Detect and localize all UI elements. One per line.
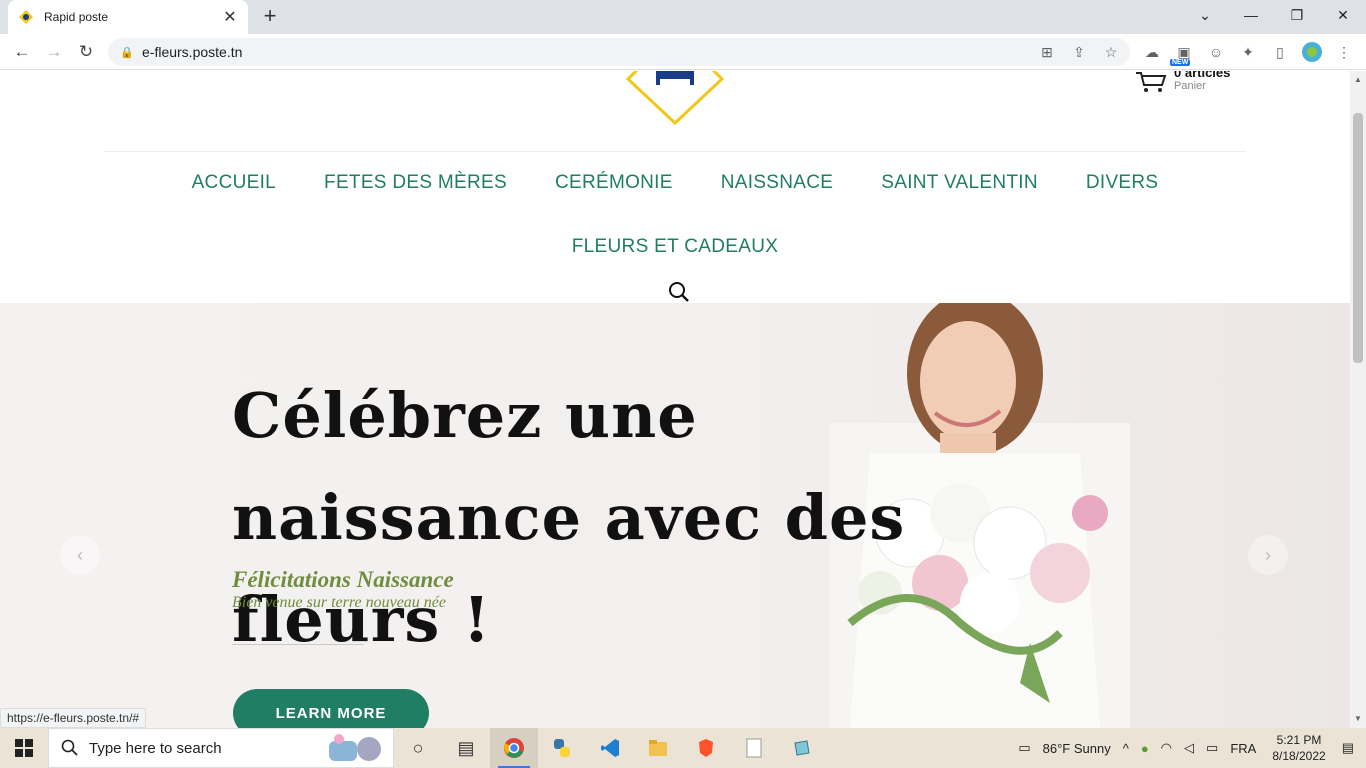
la-poste-logo[interactable] bbox=[622, 71, 728, 125]
bookmark-star-icon[interactable]: ☆ bbox=[1100, 42, 1122, 62]
nav-saint-valentin[interactable]: SAINT VALENTIN bbox=[881, 172, 1038, 194]
minimize-button[interactable]: — bbox=[1228, 0, 1274, 30]
lock-icon: 🔒 bbox=[120, 46, 134, 59]
side-panel-icon[interactable]: ▯ bbox=[1268, 40, 1292, 64]
reload-button[interactable]: ↻ bbox=[74, 40, 98, 64]
new-tab-button[interactable]: + bbox=[258, 5, 282, 29]
nav-fetes-des-meres[interactable]: FETES DES MÈRES bbox=[324, 172, 507, 194]
nav-accueil[interactable]: ACCUEIL bbox=[192, 172, 276, 194]
taskbar-clock[interactable]: 5:21 PM 8/18/2022 bbox=[1272, 732, 1325, 764]
tab-strip: Rapid poste ✕ + ⌄ — ❐ ✕ bbox=[0, 0, 1366, 34]
translate-icon[interactable]: ⊞ bbox=[1036, 42, 1058, 62]
widgets-icon[interactable]: ▤ bbox=[442, 728, 490, 768]
hero-tagline: Bien venue sur terre nouveau née bbox=[232, 594, 446, 611]
task-view-icon[interactable]: ○ bbox=[394, 728, 442, 768]
browser-toolbar: ← → ↻ 🔒 e-fleurs.poste.tn ⊞ ⇪ ☆ ☁ ▣ NEW ☺… bbox=[0, 34, 1366, 70]
scroll-thumb[interactable] bbox=[1353, 113, 1363, 363]
extension-avatar-icon[interactable]: ☺ bbox=[1204, 40, 1228, 64]
notepad-taskbar-icon[interactable] bbox=[730, 728, 778, 768]
close-window-button[interactable]: ✕ bbox=[1320, 0, 1366, 30]
web-page: 0 articles Panier ACCUEIL FETES DES MÈRE… bbox=[0, 71, 1350, 728]
search-highlight-icon bbox=[329, 734, 381, 761]
profile-avatar[interactable] bbox=[1300, 40, 1324, 64]
page-scrollbar[interactable]: ▲ ▼ bbox=[1350, 71, 1366, 728]
share-icon[interactable]: ⇪ bbox=[1068, 42, 1090, 62]
close-tab-icon[interactable]: ✕ bbox=[222, 7, 238, 27]
search-icon bbox=[61, 739, 78, 756]
cart-icon bbox=[1136, 72, 1167, 92]
chrome-taskbar-icon[interactable] bbox=[490, 728, 538, 768]
scroll-down-icon[interactable]: ▼ bbox=[1350, 712, 1366, 726]
cart-label: Panier bbox=[1174, 80, 1206, 92]
rapid-poste-favicon-icon bbox=[18, 9, 34, 25]
security-icon[interactable]: ● bbox=[1141, 741, 1149, 756]
app-taskbar-icon[interactable] bbox=[778, 728, 826, 768]
menu-kebab-icon[interactable]: ⋮ bbox=[1332, 40, 1356, 64]
nav-naissance[interactable]: NAISSNACE bbox=[721, 172, 834, 194]
address-bar[interactable]: 🔒 e-fleurs.poste.tn ⊞ ⇪ ☆ bbox=[108, 38, 1130, 66]
weather-text[interactable]: 86°F Sunny bbox=[1043, 741, 1111, 756]
taskbar-search-placeholder: Type here to search bbox=[89, 739, 222, 757]
forward-button[interactable]: → bbox=[42, 40, 66, 64]
hero-divider bbox=[232, 644, 364, 645]
tab-search-icon[interactable]: ⌄ bbox=[1182, 0, 1228, 30]
brave-taskbar-icon[interactable] bbox=[682, 728, 730, 768]
search-icon[interactable] bbox=[668, 281, 690, 303]
nav-fleurs-et-cadeaux[interactable]: FLEURS ET CADEAUX bbox=[572, 236, 778, 258]
slider-next-icon[interactable]: › bbox=[1248, 535, 1288, 575]
extensions-puzzle-icon[interactable]: ✦ bbox=[1236, 40, 1260, 64]
windows-start-icon[interactable] bbox=[0, 728, 48, 768]
url-text: e-fleurs.poste.tn bbox=[142, 44, 243, 60]
volume-icon[interactable]: ◁ bbox=[1184, 740, 1194, 756]
cart-widget[interactable]: 0 articles Panier bbox=[1134, 71, 1230, 93]
show-hidden-icons-icon[interactable]: ^ bbox=[1123, 741, 1129, 756]
restore-button[interactable]: ❐ bbox=[1274, 0, 1320, 30]
weather-icon[interactable]: ▭ bbox=[1018, 740, 1030, 756]
hero-slider: Célébrez une naissance avec des fleurs !… bbox=[0, 303, 1350, 728]
scroll-up-icon[interactable]: ▲ bbox=[1350, 73, 1366, 87]
slider-prev-icon[interactable]: ‹ bbox=[60, 535, 100, 575]
hero-subtitle: Félicitations Naissance bbox=[232, 567, 454, 592]
hero-title: Célébrez une naissance avec des fleurs ! bbox=[232, 379, 906, 656]
notifications-icon[interactable]: ▤ bbox=[1342, 740, 1354, 756]
battery-icon[interactable]: ▭ bbox=[1206, 740, 1218, 756]
file-explorer-taskbar-icon[interactable] bbox=[634, 728, 682, 768]
system-tray: ▭ 86°F Sunny ^ ● ◠ ◁ ▭ FRA 5:21 PM 8/18/… bbox=[1012, 728, 1366, 768]
main-nav: ACCUEIL FETES DES MÈRES CERÉMONIE NAISSN… bbox=[0, 172, 1350, 194]
status-bar-url: https://e-fleurs.poste.tn/# bbox=[0, 708, 147, 728]
extension-new-icon[interactable]: ▣ NEW bbox=[1170, 40, 1196, 66]
nav-divers[interactable]: DIVERS bbox=[1086, 172, 1159, 194]
tab-title: Rapid poste bbox=[44, 10, 109, 24]
vscode-taskbar-icon[interactable] bbox=[586, 728, 634, 768]
header-divider bbox=[104, 151, 1246, 152]
taskbar-search-box[interactable]: Type here to search bbox=[48, 728, 394, 768]
clock-time: 5:21 PM bbox=[1276, 733, 1322, 747]
wifi-icon[interactable]: ◠ bbox=[1161, 740, 1172, 756]
extension-cloud-icon[interactable]: ☁ bbox=[1140, 40, 1164, 64]
python-taskbar-icon[interactable] bbox=[538, 728, 586, 768]
cart-count: 0 articles bbox=[1174, 71, 1231, 80]
main-nav-row2: FLEURS ET CADEAUX bbox=[0, 236, 1350, 258]
learn-more-button[interactable]: LEARN MORE bbox=[233, 689, 429, 728]
back-button[interactable]: ← bbox=[10, 40, 34, 64]
windows-taskbar: Type here to search ○ ▤ ▭ 86°F Sunny ^ ●… bbox=[0, 728, 1366, 768]
language-indicator[interactable]: FRA bbox=[1230, 741, 1256, 756]
nav-ceremonie[interactable]: CERÉMONIE bbox=[555, 172, 673, 194]
browser-tab[interactable]: Rapid poste ✕ bbox=[8, 0, 248, 34]
clock-date: 8/18/2022 bbox=[1272, 749, 1326, 763]
